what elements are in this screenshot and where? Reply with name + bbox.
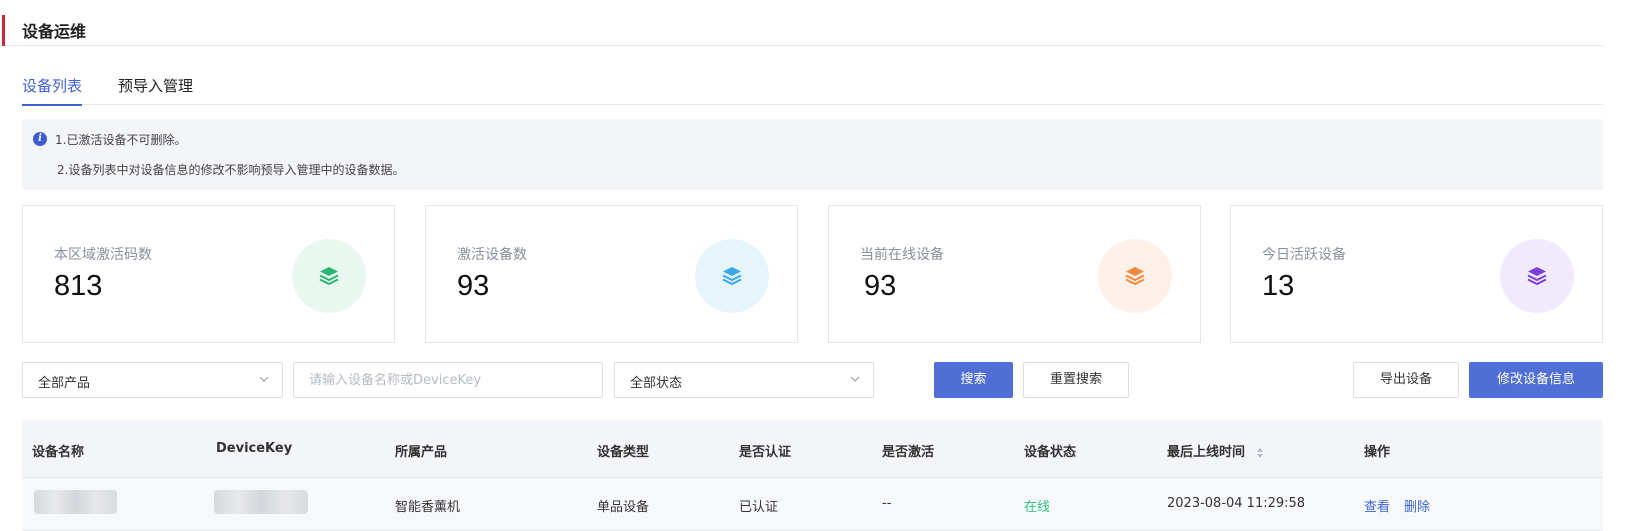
column-header: 设备类型: [597, 445, 650, 460]
column-header: 是否认证: [739, 445, 792, 460]
stat-card-activated-devices: 激活设备数 93: [425, 205, 798, 343]
cell-last-online: 2023-08-04 11:29:58: [1167, 496, 1306, 511]
stat-value: 13: [1262, 270, 1295, 302]
info-icon: i: [33, 132, 47, 146]
table-row: 智能香薰机 单品设备 已认证 -- 在线 2023-08-04 11:29:58…: [22, 478, 1603, 531]
product-select[interactable]: 全部产品: [22, 362, 283, 398]
stat-label: 当前在线设备: [860, 247, 944, 263]
stat-value: 93: [864, 270, 897, 302]
stat-label: 本区域激活码数: [54, 247, 152, 263]
cell-device-type: 单品设备: [597, 500, 650, 515]
cell-certified: 已认证: [739, 500, 779, 515]
stat-value: 813: [54, 270, 103, 302]
header-accent-bar: [2, 15, 5, 46]
search-button[interactable]: 搜索: [934, 362, 1013, 398]
stat-label: 激活设备数: [457, 247, 527, 263]
chevron-down-icon: [850, 376, 860, 382]
product-select-value: 全部产品: [38, 376, 91, 391]
export-devices-button[interactable]: 导出设备: [1353, 362, 1459, 398]
notice-box: i 1.已激活设备不可删除。 2.设备列表中对设备信息的修改不影响预导入管理中的…: [22, 119, 1603, 190]
status-select[interactable]: 全部状态: [614, 362, 874, 398]
layers-icon: [695, 239, 769, 313]
notice-line-1: 1.已激活设备不可删除。: [55, 133, 187, 147]
stat-label: 今日活跃设备: [1262, 247, 1346, 263]
notice-line-2: 2.设备列表中对设备信息的修改不影响预导入管理中的设备数据。: [57, 163, 405, 177]
cell-product: 智能香薰机: [395, 500, 461, 515]
delete-link[interactable]: 删除: [1404, 496, 1430, 515]
table-header: 设备名称 DeviceKey 所属产品 设备类型 是否认证 是否激活 设备状态 …: [22, 420, 1603, 478]
stat-card-online-devices: 当前在线设备 93: [828, 205, 1201, 343]
stat-card-active-today: 今日活跃设备 13: [1230, 205, 1603, 343]
edit-device-info-button[interactable]: 修改设备信息: [1469, 362, 1603, 398]
tab-bar: 设备列表 预导入管理: [22, 67, 1603, 106]
tab-device-list[interactable]: 设备列表: [22, 75, 83, 106]
reset-search-button[interactable]: 重置搜索: [1023, 362, 1129, 398]
sort-icon[interactable]: [1256, 447, 1264, 459]
layers-icon: [1098, 239, 1172, 313]
status-select-value: 全部状态: [630, 376, 683, 391]
redacted-device-key: [214, 490, 308, 514]
column-header-label: 最后上线时间: [1167, 445, 1246, 460]
layers-icon: [1500, 239, 1574, 313]
stat-value: 93: [457, 270, 490, 302]
page-title: 设备运维: [22, 22, 87, 41]
search-input[interactable]: [293, 362, 603, 398]
cell-activated: --: [882, 496, 892, 511]
column-header: 所属产品: [395, 445, 448, 460]
column-header: 是否激活: [882, 445, 935, 460]
tab-preimport-management[interactable]: 预导入管理: [118, 75, 193, 104]
column-header: DeviceKey: [216, 441, 293, 456]
chevron-down-icon: [259, 376, 269, 382]
column-header: 设备状态: [1024, 445, 1077, 460]
stat-card-activation-codes: 本区域激活码数 813: [22, 205, 395, 343]
redacted-device-name: [34, 490, 117, 514]
column-header: 操作: [1364, 445, 1391, 460]
page-header: 设备运维: [0, 12, 1603, 46]
filter-bar: 全部产品 全部状态 搜索 重置搜索 导出设备 修改设备信息: [0, 362, 1627, 398]
status-badge: 在线: [1024, 500, 1051, 515]
layers-icon: [292, 239, 366, 313]
column-header-last-online[interactable]: 最后上线时间: [1167, 441, 1264, 460]
column-header: 设备名称: [32, 445, 85, 460]
view-link[interactable]: 查看: [1364, 496, 1390, 515]
